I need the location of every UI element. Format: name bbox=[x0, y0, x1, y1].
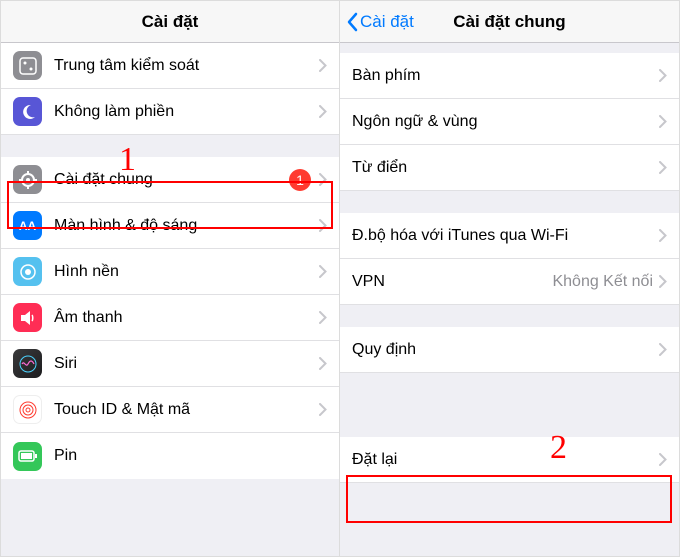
row-wallpaper[interactable]: Hình nền bbox=[1, 249, 339, 295]
row-do-not-disturb[interactable]: Không làm phiền bbox=[1, 89, 339, 135]
row-keyboard[interactable]: Bàn phím bbox=[340, 53, 679, 99]
chevron-right-icon bbox=[319, 311, 327, 324]
row-language[interactable]: Ngôn ngữ & vùng bbox=[340, 99, 679, 145]
row-label: Pin bbox=[54, 447, 327, 465]
chevron-right-icon bbox=[319, 265, 327, 278]
chevron-right-icon bbox=[319, 403, 327, 416]
chevron-right-icon bbox=[319, 357, 327, 370]
row-label: Từ điển bbox=[352, 159, 659, 177]
chevron-right-icon bbox=[659, 343, 667, 356]
navbar-right: Cài đặt Cài đặt chung bbox=[340, 1, 679, 43]
row-label: Đ.bộ hóa với iTunes qua Wi-Fi bbox=[352, 227, 659, 245]
row-label: Quy định bbox=[352, 341, 659, 359]
chevron-right-icon bbox=[659, 161, 667, 174]
row-reset[interactable]: Đặt lại bbox=[340, 437, 679, 483]
row-label: Cài đặt chung bbox=[54, 171, 289, 189]
page-title: Cài đặt bbox=[142, 12, 199, 32]
battery-icon bbox=[13, 442, 42, 471]
chevron-right-icon bbox=[659, 69, 667, 82]
chevron-right-icon bbox=[659, 115, 667, 128]
row-siri[interactable]: Siri bbox=[1, 341, 339, 387]
row-value: Không Kết nối bbox=[552, 273, 653, 291]
row-vpn[interactable]: VPN Không Kết nối bbox=[340, 259, 679, 305]
chevron-right-icon bbox=[319, 59, 327, 72]
fingerprint-icon bbox=[13, 395, 42, 424]
chevron-right-icon bbox=[659, 453, 667, 466]
siri-icon bbox=[13, 349, 42, 378]
row-battery[interactable]: Pin bbox=[1, 433, 339, 479]
row-dictionary[interactable]: Từ điển bbox=[340, 145, 679, 191]
row-label: Âm thanh bbox=[54, 309, 319, 327]
chevron-right-icon bbox=[319, 173, 327, 186]
row-label: Đặt lại bbox=[352, 451, 659, 469]
chevron-right-icon bbox=[319, 105, 327, 118]
page-title: Cài đặt chung bbox=[453, 12, 565, 32]
row-general[interactable]: Cài đặt chung 1 bbox=[1, 157, 339, 203]
general-pane: Cài đặt Cài đặt chung Bàn phím Ngôn ngữ … bbox=[340, 1, 679, 556]
chevron-right-icon bbox=[659, 275, 667, 288]
row-label: Không làm phiền bbox=[54, 103, 319, 121]
row-control-center[interactable]: Trung tâm kiểm soát bbox=[1, 43, 339, 89]
row-label: VPN bbox=[352, 273, 552, 291]
row-itunes-sync[interactable]: Đ.bộ hóa với iTunes qua Wi-Fi bbox=[340, 213, 679, 259]
row-label: Touch ID & Mật mã bbox=[54, 401, 319, 419]
row-display[interactable]: AA Màn hình & độ sáng bbox=[1, 203, 339, 249]
row-label: Màn hình & độ sáng bbox=[54, 217, 319, 235]
row-sound[interactable]: Âm thanh bbox=[1, 295, 339, 341]
row-touchid[interactable]: Touch ID & Mật mã bbox=[1, 387, 339, 433]
settings-pane: Cài đặt Trung tâm kiểm soát Không làm ph… bbox=[1, 1, 340, 556]
row-label: Siri bbox=[54, 355, 319, 373]
row-label: Bàn phím bbox=[352, 67, 659, 85]
chevron-right-icon bbox=[319, 219, 327, 232]
display-icon: AA bbox=[13, 211, 42, 240]
notification-badge: 1 bbox=[289, 169, 311, 191]
moon-icon bbox=[13, 97, 42, 126]
speaker-icon bbox=[13, 303, 42, 332]
control-center-icon bbox=[13, 51, 42, 80]
row-regulatory[interactable]: Quy định bbox=[340, 327, 679, 373]
row-label: Hình nền bbox=[54, 263, 319, 281]
row-label: Ngôn ngữ & vùng bbox=[352, 113, 659, 131]
back-label: Cài đặt bbox=[360, 12, 414, 32]
gear-icon bbox=[13, 165, 42, 194]
chevron-right-icon bbox=[659, 229, 667, 242]
chevron-left-icon bbox=[346, 12, 358, 32]
wallpaper-icon bbox=[13, 257, 42, 286]
row-label: Trung tâm kiểm soát bbox=[54, 57, 319, 75]
navbar-left: Cài đặt bbox=[1, 1, 339, 43]
back-button[interactable]: Cài đặt bbox=[346, 1, 414, 42]
